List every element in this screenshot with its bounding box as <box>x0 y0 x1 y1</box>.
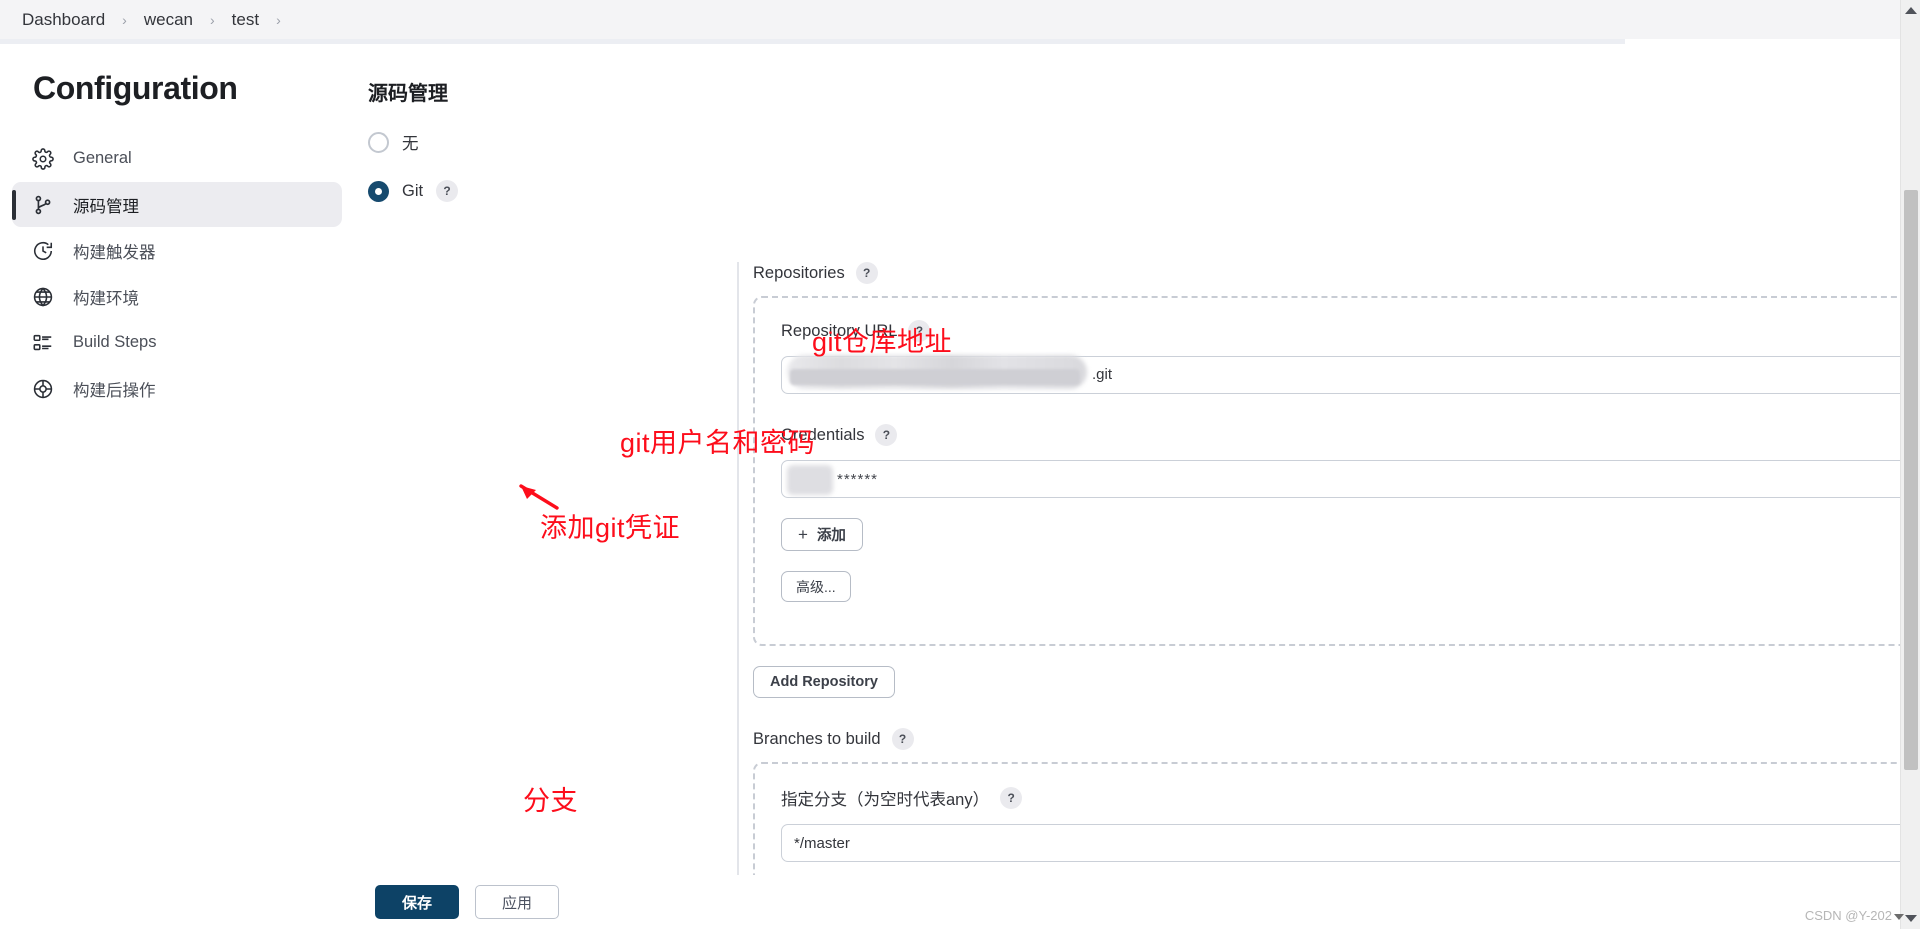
scm-option-none[interactable]: 无 <box>368 130 419 154</box>
scroll-up-arrow-icon[interactable] <box>1905 7 1917 14</box>
repositories-label: Repositories <box>753 263 845 282</box>
scm-option-label: 无 <box>402 135 419 153</box>
annotation-credentials: git用户名和密码 <box>620 428 816 458</box>
branch-specifier-label: 指定分支（为空时代表any） <box>781 791 990 809</box>
branches-label-row: Branches to build ? <box>753 728 1917 750</box>
scm-option-git[interactable]: Git ? <box>368 180 459 202</box>
sidebar-item-build-environment[interactable]: 构建环境 <box>12 274 342 319</box>
help-icon-branches[interactable]: ? <box>891 728 914 750</box>
sidebar-item-label: General <box>73 149 132 167</box>
help-icon-repositories[interactable]: ? <box>855 262 878 284</box>
add-repository-button[interactable]: Add Repository <box>753 666 895 698</box>
sidebar-item-source-code-management[interactable]: 源码管理 <box>12 182 342 227</box>
plus-icon: + <box>798 524 808 544</box>
watermark: CSDN @Y-202 <box>1804 908 1892 923</box>
sidebar-item-build-triggers[interactable]: 构建触发器 <box>12 228 342 273</box>
radio-git[interactable] <box>368 180 389 202</box>
breadcrumb-item-wecan[interactable]: wecan <box>140 8 197 32</box>
redacted-value-overlay <box>787 465 833 495</box>
sidebar-item-general[interactable]: General <box>12 136 342 181</box>
breadcrumb-item-test[interactable]: test <box>228 8 263 32</box>
branches-label: Branches to build <box>753 729 881 748</box>
advanced-button[interactable]: 高级... <box>781 571 851 602</box>
section-title: 源码管理 <box>368 83 448 105</box>
apply-button[interactable]: 应用 <box>475 885 560 919</box>
configuration-sidebar: Configuration General 源码管理 构建触发器 构建环境 Bu… <box>0 44 345 929</box>
gear-icon <box>30 146 56 172</box>
sidebar-item-label: 构建后操作 <box>73 381 156 400</box>
list-icon <box>30 330 56 356</box>
package-icon <box>30 376 56 402</box>
repository-url-input[interactable]: .git <box>781 355 1920 394</box>
credentials-masked-value: ****** <box>837 471 879 488</box>
redacted-value-overlay <box>790 369 1080 385</box>
annotation-repo-url: git仓库地址 <box>812 327 953 357</box>
help-icon-branch-specifier[interactable]: ? <box>1000 787 1023 809</box>
scrollbar-thumb[interactable] <box>1904 190 1918 770</box>
active-indicator <box>12 189 16 220</box>
breadcrumb-separator: › <box>209 11 215 28</box>
breadcrumb-item-dashboard[interactable]: Dashboard <box>18 8 109 32</box>
sidebar-item-build-steps[interactable]: Build Steps <box>12 320 342 365</box>
annotation-add-credential: 添加git凭证 <box>540 513 681 543</box>
add-credentials-label: 添加 <box>816 528 846 544</box>
sidebar-item-label: Build Steps <box>73 333 157 351</box>
breadcrumb-separator: › <box>276 11 281 28</box>
repository-url-suffix: .git <box>1092 366 1113 383</box>
sidebar-nav: General 源码管理 构建触发器 构建环境 Build Steps 构建后操… <box>12 136 342 412</box>
form-actions: 保存 应用 <box>345 875 1920 929</box>
credentials-label-row: Credentials ? <box>781 424 1920 446</box>
help-icon-credentials[interactable]: ? <box>875 424 898 446</box>
radio-none[interactable] <box>368 131 389 153</box>
credentials-select[interactable]: ****** <box>781 460 1920 498</box>
sidebar-item-post-build-actions[interactable]: 构建后操作 <box>12 366 342 411</box>
breadcrumb-separator: › <box>122 11 127 28</box>
sidebar-item-label: 构建环境 <box>73 289 139 308</box>
scm-form: 源码管理 无 Git ? Repositories ? ✕ Repository… <box>345 44 1920 897</box>
jenkins-job-configuration-page: Dashboard › wecan › test › Configuration… <box>0 0 1920 929</box>
add-credentials-button[interactable]: + 添加 <box>781 518 863 551</box>
scroll-down-arrow-icon[interactable] <box>1905 915 1917 922</box>
repositories-label-row: Repositories ? <box>753 262 1917 284</box>
watermark-caret-icon <box>1894 914 1904 920</box>
save-button[interactable]: 保存 <box>375 885 460 919</box>
breadcrumb: Dashboard › wecan › test › <box>0 0 1920 39</box>
source-branch-icon <box>30 192 56 218</box>
sidebar-item-label: 源码管理 <box>73 197 139 216</box>
help-icon-git[interactable]: ? <box>436 180 459 202</box>
clock-icon <box>30 238 56 264</box>
globe-icon <box>30 284 56 310</box>
branch-specifier-input[interactable]: */master <box>781 824 1920 862</box>
sidebar-item-label: 构建触发器 <box>73 243 156 262</box>
annotation-branch: 分支 <box>523 786 578 816</box>
branch-specifier-label-row: 指定分支（为空时代表any） ? <box>781 786 1920 810</box>
page-scrollbar[interactable] <box>1900 0 1920 929</box>
scm-option-label: Git <box>402 181 424 200</box>
branch-specifier-value: */master <box>794 834 850 852</box>
page-title: Configuration <box>33 70 238 106</box>
